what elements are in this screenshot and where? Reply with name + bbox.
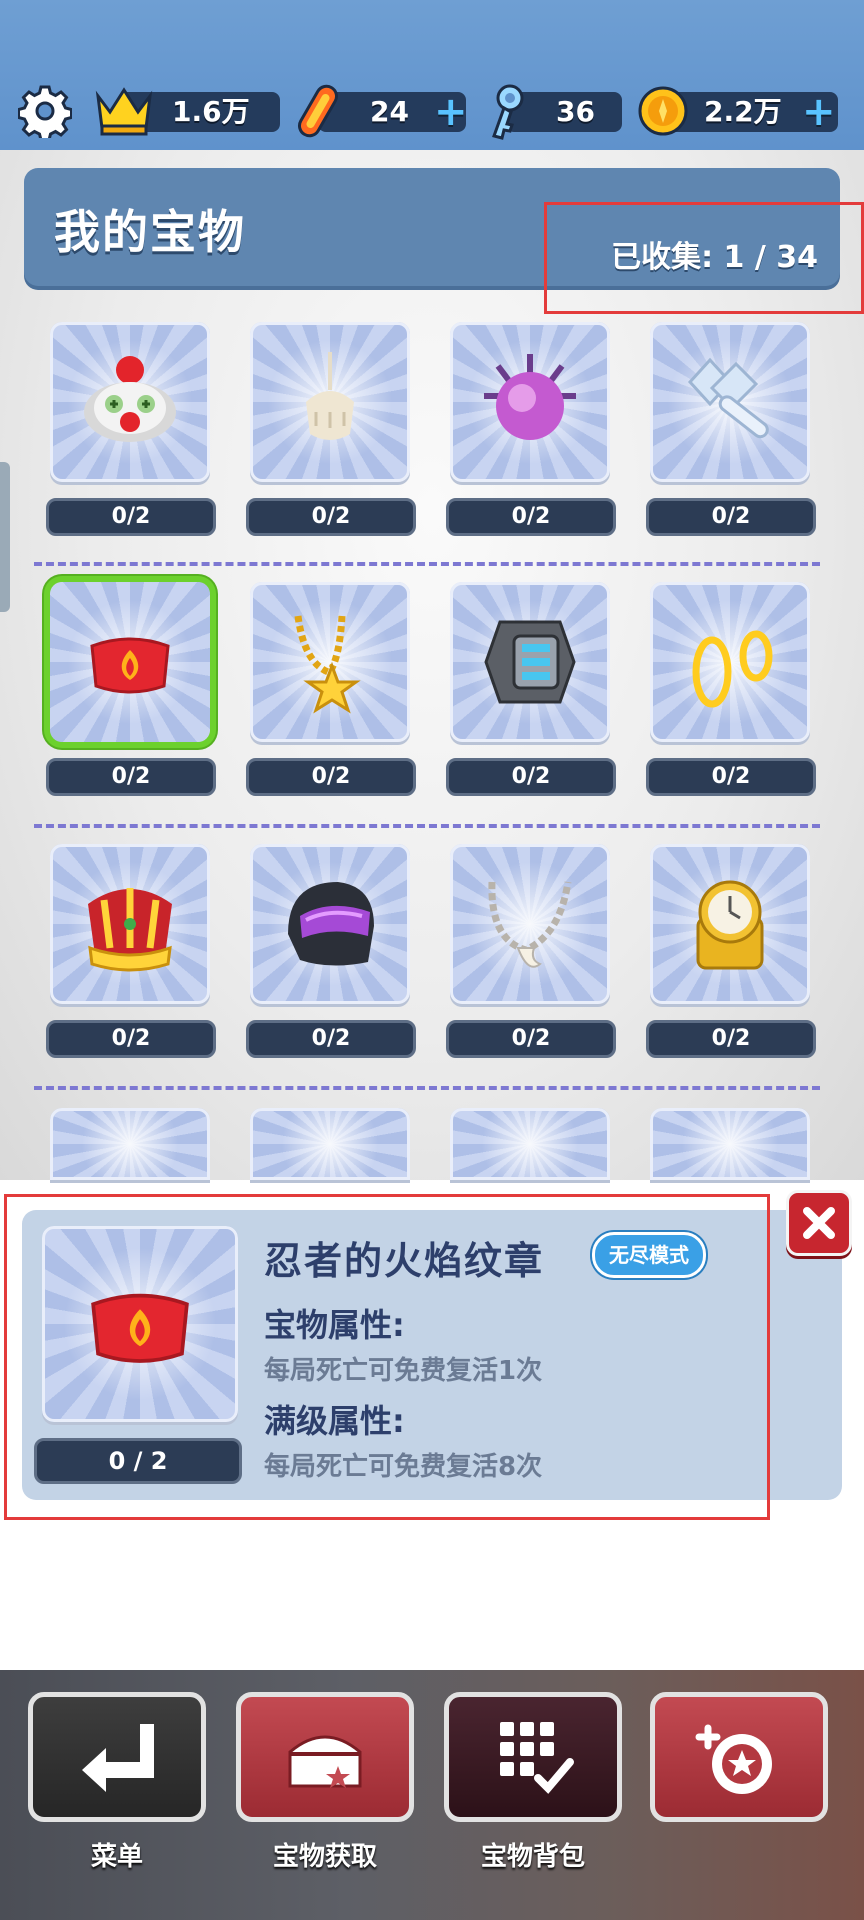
row-divider	[34, 824, 820, 828]
treasure-slot[interactable]: 0/2	[46, 322, 220, 542]
treasure-slot[interactable]: 0/2	[446, 844, 620, 1064]
star-necklace-icon	[294, 615, 361, 714]
return-arrow-icon	[82, 1724, 154, 1792]
treasure-acquire-label: 宝物获取	[272, 1842, 377, 1872]
treasure-count: 0/2	[46, 758, 216, 796]
fire-badge-icon	[90, 637, 170, 694]
treasure-slot-partial[interactable]	[450, 1108, 610, 1180]
gold-rings-icon	[692, 630, 773, 708]
treasure-bag-label: 宝物背包	[480, 1842, 585, 1872]
treasure-count: 0/2	[446, 1020, 616, 1058]
treasure-chest-icon	[288, 1735, 362, 1788]
treasure-acquire-button[interactable]	[236, 1692, 414, 1822]
add-coins-button[interactable]: +	[802, 92, 836, 132]
treasure-slot[interactable]: 0/2	[446, 582, 620, 802]
crown-icon	[95, 87, 153, 136]
treasure-slot[interactable]: 0/2	[646, 582, 820, 802]
digital-watch-icon	[484, 620, 576, 704]
close-icon	[803, 1207, 835, 1239]
clown-mask-icon	[84, 356, 176, 442]
treasure-slot[interactable]: 0/2	[446, 322, 620, 542]
board-count: 24	[370, 95, 409, 128]
treasure-slot[interactable]: 0/2	[246, 322, 420, 542]
stick-figure-icon	[306, 352, 354, 440]
menu-label: 菜单	[90, 1842, 143, 1872]
treasure-count: 0/2	[646, 498, 816, 536]
treasure-slot[interactable]: 0/2	[646, 322, 820, 542]
treasure-bag-button[interactable]	[444, 1692, 622, 1822]
treasure-count: 0/2	[646, 758, 816, 796]
treasure-slot-partial[interactable]	[650, 1108, 810, 1180]
treasure-count: 0/2	[646, 1020, 816, 1058]
treasure-slot[interactable]: 0/2	[246, 844, 420, 1064]
bottom-navigation: 菜单 宝物获取 宝物背包	[0, 1670, 864, 1920]
gold-watch-icon	[696, 880, 764, 970]
upgrade-badge-icon	[695, 1724, 772, 1794]
treasure-count: 0/2	[446, 758, 616, 796]
treasure-slot[interactable]: 0/2	[46, 844, 220, 1064]
add-boards-button[interactable]: +	[434, 92, 468, 132]
treasure-count: 0/2	[246, 498, 416, 536]
helmet-icon	[288, 882, 374, 966]
treasure-slot-selected[interactable]: 0/2	[46, 582, 220, 802]
purple-ball-icon	[484, 354, 576, 440]
treasure-count: 0/2	[246, 758, 416, 796]
coin-count: 2.2万	[704, 95, 782, 128]
crown-icon	[88, 888, 172, 972]
page-title: 我的宝物	[54, 205, 246, 259]
detail-highlight-box	[4, 1194, 770, 1520]
treasure-collection-area: 我的宝物 已收集: 1 / 34 0/2 0/2 0/2 0/2 0/2 0/2…	[0, 150, 864, 1180]
treasure-slot[interactable]: 0/2	[646, 844, 820, 1064]
treasure-count: 0/2	[246, 1020, 416, 1058]
close-button[interactable]	[786, 1190, 852, 1256]
coin-icon	[638, 86, 688, 136]
menu-button[interactable]	[28, 1692, 206, 1822]
grid-check-icon	[500, 1722, 574, 1794]
crown-count: 1.6万	[172, 95, 250, 128]
treasure-count: 0/2	[446, 498, 616, 536]
side-drawer-tab[interactable]	[0, 462, 10, 612]
treasure-slot[interactable]: 0/2	[246, 582, 420, 802]
row-divider	[34, 1086, 820, 1090]
tooth-necklace-icon	[488, 881, 572, 968]
treasure-count: 0/2	[46, 1020, 216, 1058]
top-status-bar: 1.6万 24 + 36 2.2万 +	[0, 0, 864, 150]
treasure-slot-partial[interactable]	[50, 1108, 210, 1180]
treasure-slot-partial[interactable]	[250, 1108, 410, 1180]
gear-icon[interactable]	[18, 84, 72, 138]
treasure-count: 0/2	[46, 498, 216, 536]
wind-up-key-icon	[687, 357, 769, 439]
key-icon	[492, 84, 524, 140]
upgrade-button[interactable]	[650, 1692, 828, 1822]
key-count: 36	[556, 95, 595, 128]
hoverboard-icon	[298, 84, 338, 138]
row-divider	[34, 562, 820, 566]
collected-highlight-box	[544, 202, 864, 314]
